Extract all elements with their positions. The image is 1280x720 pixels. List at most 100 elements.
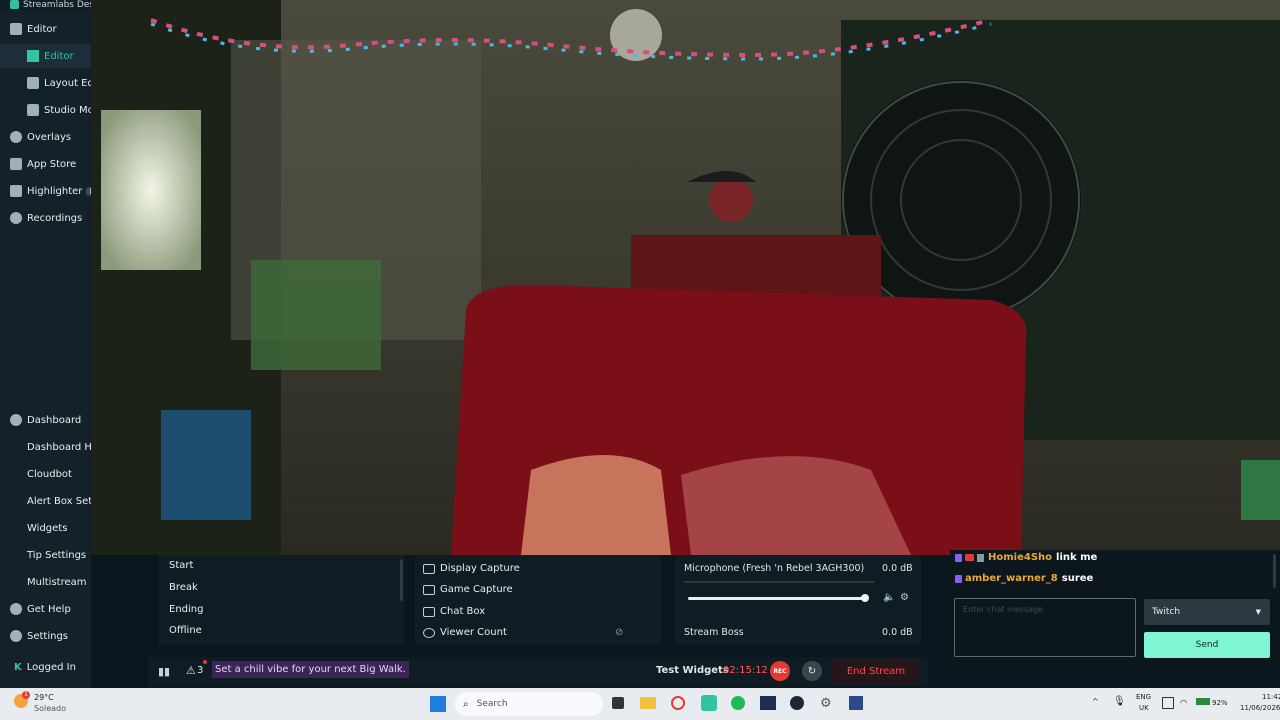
chat-scrollbar[interactable] [1273, 554, 1276, 588]
sidebar-item-label: Recordings [27, 212, 83, 224]
platform-select-value: Twitch [1152, 607, 1181, 617]
rec-button[interactable]: REC [770, 661, 790, 681]
chevron-up-icon[interactable]: ^ [1092, 697, 1099, 706]
sidebar-item-dashboard-home[interactable]: Dashboard Home [0, 435, 91, 459]
chat-username[interactable]: Homie4Sho [988, 552, 1052, 563]
scene-item[interactable]: Break [169, 582, 198, 593]
sidebar-item-recordings[interactable]: Recordings [0, 206, 91, 230]
chat-username[interactable]: amber_warner_8 [965, 573, 1058, 584]
source-item[interactable]: Chat Box [423, 606, 485, 617]
sidebar-item-label: Editor [27, 23, 57, 35]
sidebar-item-widgets[interactable]: Widgets [0, 516, 91, 540]
editor-icon [10, 23, 22, 35]
microphone-icon[interactable]: 🎙 [1113, 696, 1126, 707]
steam-icon[interactable] [790, 696, 804, 710]
sidebar-item-editor-group[interactable]: Editor [0, 17, 91, 41]
sidebar-item-label: Cloudbot [27, 468, 72, 480]
source-item[interactable]: Game Capture [423, 584, 513, 595]
video-editor-icon[interactable] [760, 696, 776, 710]
file-explorer-icon[interactable] [640, 697, 656, 709]
studio-mode-icon [27, 104, 39, 116]
stream-timer: 02:15:12 [723, 665, 768, 676]
windows-taskbar: 1 29°C Soleado ⌕ Search ⚙ ^ 🎙 ENG UK ◠ 9… [0, 688, 1280, 720]
volume-slider-track[interactable] [688, 594, 869, 602]
gamepad-icon [423, 584, 435, 595]
sidebar-item-dashboard[interactable]: Dashboard [0, 408, 91, 432]
sidebar-item-layout-editor[interactable]: Layout Editor [0, 71, 91, 95]
send-button[interactable]: Send [1144, 632, 1270, 658]
alert-count: 3 [197, 665, 204, 676]
sidebar-item-highlighter[interactable]: Highlighterbeta [0, 179, 91, 203]
scenes-scrollbar[interactable] [400, 559, 403, 601]
chevron-down-icon: ▼ [1255, 608, 1261, 616]
sidebar-item-logged-in[interactable]: K Logged In ⇥ [0, 655, 91, 679]
search-icon: ⌕ [463, 698, 469, 710]
spotify-icon[interactable] [731, 696, 745, 710]
sidebar-item-label: Overlays [27, 131, 72, 143]
webcam-preview-image [91, 0, 1280, 555]
notification-badge: 1 [22, 691, 30, 699]
battery-percent: 92% [1212, 699, 1228, 707]
battery-icon[interactable] [1196, 698, 1210, 705]
ticker-message[interactable]: Set a chill vibe for your next Big Walk. [212, 661, 409, 678]
language-top[interactable]: ENG [1136, 693, 1151, 701]
taskbar-search[interactable]: ⌕ Search [455, 692, 603, 716]
sidebar-item-label: App Store [27, 158, 77, 170]
windows-start-icon[interactable] [430, 696, 446, 712]
source-item[interactable]: Viewer Count [423, 627, 507, 638]
visibility-hidden-icon[interactable]: ⊘ [615, 627, 623, 638]
sidebar-item-overlays[interactable]: Overlays [0, 125, 91, 149]
replay-icon[interactable]: ↻ [802, 661, 822, 681]
sidebar-item-label: Alert Box Settings [27, 495, 91, 507]
chat-input[interactable]: Enter chat message [954, 598, 1136, 657]
sidebar-item-label: Studio Mode [44, 104, 91, 116]
clock-time[interactable]: 11:42 [1262, 693, 1280, 701]
sidebar-item-label: Dashboard Home [27, 441, 91, 453]
sidebar-item-studio-mode[interactable]: Studio Mode [0, 98, 91, 122]
app-icon[interactable] [849, 696, 863, 710]
task-view-icon[interactable] [612, 697, 624, 709]
clock-date[interactable]: 11/06/2026 [1240, 704, 1280, 712]
sidebar-item-cloudbot[interactable]: Cloudbot [0, 462, 91, 486]
speaker-icon[interactable]: 🔈 [883, 592, 895, 603]
language-bottom[interactable]: UK [1139, 704, 1149, 712]
alert-icon[interactable]: ⚠ [186, 664, 196, 677]
scene-item[interactable]: Start [169, 560, 193, 571]
recordings-icon [10, 212, 22, 224]
sidebar-item-get-help[interactable]: Get Help [0, 597, 91, 621]
volume-slider-handle[interactable] [861, 594, 869, 602]
twitch-badge-icon [955, 574, 962, 583]
store-icon [10, 158, 22, 170]
chat-text: suree [1061, 573, 1094, 584]
sidebar-item-label: Tip Settings [27, 549, 87, 561]
stream-preview[interactable] [91, 0, 1280, 555]
test-widgets-button[interactable]: Test Widgets [656, 665, 729, 676]
weather-temp: 29°C [34, 693, 54, 702]
sidebar-item-multistream[interactable]: Multistream [0, 570, 91, 594]
sidebar-item-app-store[interactable]: App Store [0, 152, 91, 176]
display-icon[interactable] [1162, 697, 1174, 709]
volume-slider-fill [688, 597, 865, 600]
streamlabs-icon[interactable] [701, 695, 717, 711]
end-stream-button[interactable]: End Stream [832, 659, 920, 683]
gear-icon[interactable]: ⚙ [900, 592, 909, 603]
sidebar-item-label: Logged In [26, 661, 76, 673]
chat-bubble-icon [423, 606, 435, 617]
scene-item[interactable]: Ending [169, 604, 203, 615]
settings-gear-icon[interactable]: ⚙ [820, 696, 832, 711]
sidebar-item-alert-box-settings[interactable]: Alert Box Settings [0, 489, 91, 513]
wifi-icon[interactable]: ◠ [1180, 698, 1187, 707]
platform-select[interactable]: Twitch ▼ [1144, 599, 1270, 625]
monitor-icon [423, 563, 435, 574]
gear-icon [10, 630, 22, 642]
sidebar-item-settings[interactable]: Settings [0, 624, 91, 648]
mixer-source-name: Stream Boss [684, 627, 744, 638]
opera-icon[interactable] [671, 696, 685, 710]
sidebar-item-label: Settings [27, 630, 69, 642]
scene-item[interactable]: Offline [169, 625, 202, 636]
stats-icon[interactable]: ▮▮ [158, 665, 170, 678]
sidebar: Editor Editor Layout Editor Studio Mode … [0, 10, 91, 688]
source-item[interactable]: Display Capture [423, 563, 520, 574]
sidebar-item-tip-settings[interactable]: Tip Settings [0, 543, 91, 567]
sidebar-item-editor[interactable]: Editor [0, 44, 91, 68]
